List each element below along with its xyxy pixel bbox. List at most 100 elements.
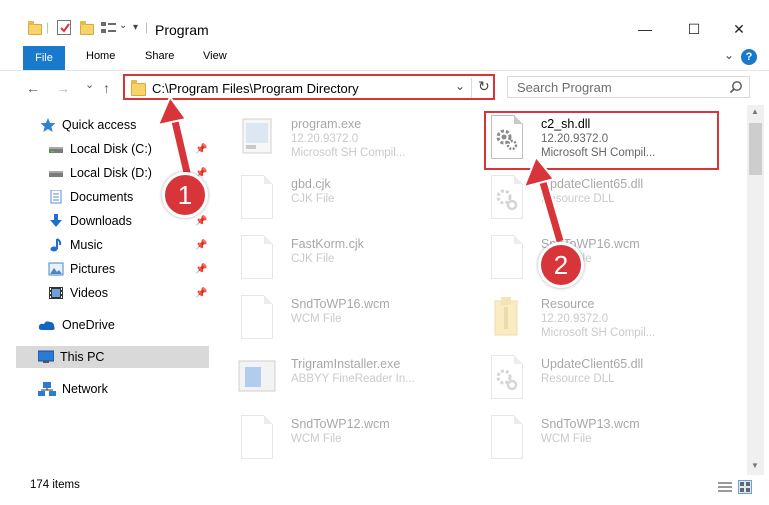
sidebar-item-label: This PC xyxy=(60,350,105,364)
file-name: gbd.cjk xyxy=(291,177,331,191)
title-bar: | ⌄ ▾ | Program — ☐ ✕ xyxy=(0,0,769,44)
sidebar-item-label: Local Disk (D:) xyxy=(70,166,152,180)
documents-icon xyxy=(48,189,64,204)
customize-quick-access-icon[interactable]: ⌄ xyxy=(119,20,127,31)
search-box[interactable] xyxy=(507,76,750,98)
close-button[interactable]: ✕ xyxy=(716,14,762,44)
installer-icon xyxy=(237,355,277,403)
pictures-icon xyxy=(48,262,64,276)
separator: | xyxy=(145,20,149,34)
file-item-updateclient65-dll[interactable]: UpdateClient65.dll Resource DLL xyxy=(487,355,727,411)
file-item-gbd-cjk[interactable]: gbd.cjk CJK File xyxy=(237,175,477,231)
sidebar-item-label: Videos xyxy=(70,286,108,300)
help-icon[interactable]: ? xyxy=(741,49,757,65)
tab-home[interactable]: Home xyxy=(86,50,115,62)
file-name: SndToWP16.wcm xyxy=(291,297,390,311)
tab-file[interactable]: File xyxy=(23,46,65,70)
sidebar-item-network[interactable]: Network xyxy=(38,378,210,400)
sidebar-item-this-pc[interactable]: This PC xyxy=(16,346,209,368)
file-type: CJK File xyxy=(291,253,335,265)
item-count: 174 items xyxy=(30,479,80,491)
pin-icon: 📌 xyxy=(195,239,208,251)
sidebar-item-music[interactable]: Music 📌 xyxy=(48,234,210,256)
star-icon xyxy=(40,118,56,132)
network-icon xyxy=(38,382,56,396)
sidebar-item-label: Local Disk (C:) xyxy=(70,142,152,156)
resource-icon xyxy=(487,295,527,343)
sidebar-item-label: Pictures xyxy=(70,262,116,276)
sidebar-item-videos[interactable]: Videos 📌 xyxy=(48,282,210,304)
up-button[interactable]: ↑ xyxy=(103,80,110,96)
dropdown-arrow-icon[interactable]: ▾ xyxy=(133,22,138,33)
file-description: ABBYY FineReader In... xyxy=(291,373,415,385)
folder-icon xyxy=(131,80,146,96)
file-item-program-exe[interactable]: program.exe 12.20.9372.0 Microsoft SH Co… xyxy=(237,115,477,171)
document-icon xyxy=(237,295,277,343)
address-dropdown-icon[interactable]: ⌄ xyxy=(455,79,465,93)
file-item-fastkorm-cjk[interactable]: FastKorm.cjk CJK File xyxy=(237,235,477,291)
separator: | xyxy=(46,20,50,34)
drive-icon xyxy=(48,166,64,180)
file-type: WCM File xyxy=(291,313,342,325)
file-item-resource[interactable]: Resource 12.20.9372.0 Microsoft SH Compi… xyxy=(487,295,727,351)
file-type: WCM File xyxy=(291,433,342,445)
view-options-icon[interactable] xyxy=(101,21,117,35)
minimize-button[interactable]: — xyxy=(622,14,668,44)
file-version: 12.20.9372.0 xyxy=(541,313,609,325)
address-path[interactable]: C:\Program Files\Program Directory xyxy=(152,81,359,96)
tab-share[interactable]: Share xyxy=(145,50,174,62)
large-icons-view-icon[interactable] xyxy=(738,480,752,494)
step-badge-1: 1 xyxy=(162,172,208,218)
sidebar-item-label: OneDrive xyxy=(62,318,115,332)
videos-icon xyxy=(48,286,64,300)
scroll-up-icon[interactable]: ▲ xyxy=(751,107,759,116)
window-title: Program xyxy=(155,22,209,38)
back-button[interactable]: ← xyxy=(26,80,40,96)
file-name: program.exe xyxy=(291,117,362,131)
drive-icon xyxy=(48,142,64,156)
tab-view[interactable]: View xyxy=(203,50,227,62)
computer-icon xyxy=(37,350,55,364)
file-name: TrigramInstaller.exe xyxy=(291,357,401,371)
file-name: SndToWP13.wcm xyxy=(541,417,640,431)
step-badge-2: 2 xyxy=(538,242,584,288)
new-folder-icon[interactable] xyxy=(80,21,94,35)
file-name: Resource xyxy=(541,297,595,311)
file-item-sndtowp12-wcm[interactable]: SndToWP12.wcm WCM File xyxy=(237,415,477,471)
file-item-sndtowp13-wcm[interactable]: SndToWP13.wcm WCM File xyxy=(487,415,727,471)
scrollbar-thumb[interactable] xyxy=(749,123,762,175)
document-icon xyxy=(487,415,527,463)
music-icon xyxy=(48,238,64,252)
vertical-scrollbar[interactable]: ▲ ▼ xyxy=(747,105,764,475)
file-name: SndToWP12.wcm xyxy=(291,417,390,431)
file-item-sndtowp16-wcm[interactable]: SndToWP16.wcm WCM File xyxy=(237,295,477,351)
scroll-down-icon[interactable]: ▼ xyxy=(751,461,759,470)
download-icon xyxy=(48,214,64,228)
search-icon[interactable] xyxy=(729,80,743,94)
pin-icon: 📌 xyxy=(195,215,208,227)
folder-icon xyxy=(28,21,42,35)
maximize-button[interactable]: ☐ xyxy=(671,14,717,44)
recent-locations-button[interactable]: ⌄ xyxy=(85,78,94,91)
file-description: Microsoft SH Compil... xyxy=(541,327,656,339)
sidebar-item-onedrive[interactable]: OneDrive xyxy=(38,314,210,336)
sidebar-item-label: Music xyxy=(70,238,103,252)
file-name: FastKorm.cjk xyxy=(291,237,364,251)
forward-button[interactable]: → xyxy=(56,80,70,96)
file-name: UpdateClient65.dll xyxy=(541,357,644,371)
file-description: Microsoft SH Compil... xyxy=(291,147,406,159)
sidebar-item-label: Quick access xyxy=(62,118,137,132)
file-item-trigraminstaller-exe[interactable]: TrigramInstaller.exe ABBYY FineReader In… xyxy=(237,355,477,411)
cloud-icon xyxy=(38,318,56,332)
sidebar-item-label: Documents xyxy=(70,190,134,204)
refresh-button[interactable]: ↻ xyxy=(478,78,490,95)
properties-icon[interactable] xyxy=(57,20,71,35)
expand-ribbon-icon[interactable]: ⌄ xyxy=(724,48,734,62)
search-input[interactable] xyxy=(508,77,723,97)
details-view-icon[interactable] xyxy=(718,481,732,493)
sidebar-item-label: Downloads xyxy=(70,214,132,228)
document-icon xyxy=(237,415,277,463)
exe-icon xyxy=(237,115,277,163)
file-type: CJK File xyxy=(291,193,335,205)
sidebar-item-pictures[interactable]: Pictures 📌 xyxy=(48,258,210,280)
